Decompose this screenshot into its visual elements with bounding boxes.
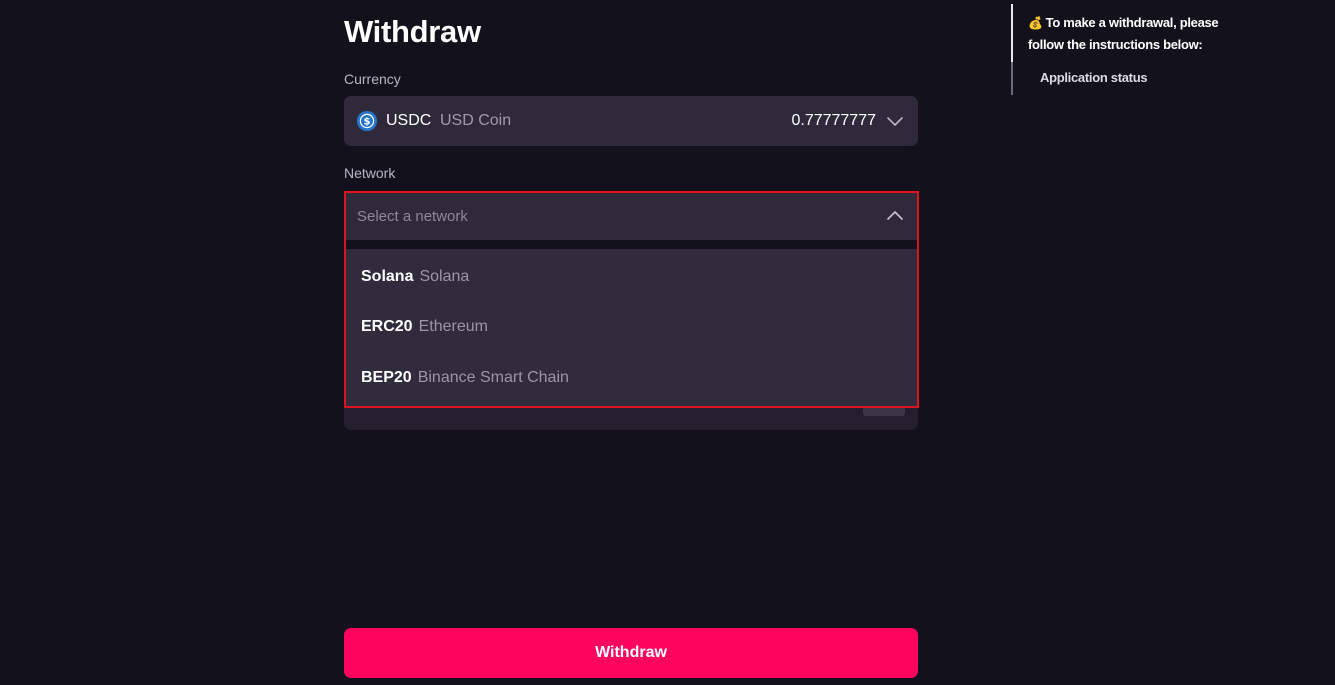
currency-label: Currency [344, 71, 401, 87]
network-option-erc20[interactable]: ERC20 Ethereum [346, 302, 917, 352]
network-option-code: ERC20 [361, 318, 413, 335]
network-select-field[interactable]: Select a network [346, 193, 917, 240]
instructions-label: To make a withdrawal, please follow the … [1028, 15, 1219, 52]
network-option-name: Ethereum [418, 318, 488, 335]
network-option-solana[interactable]: Solana Solana [346, 252, 917, 302]
withdraw-button[interactable]: Withdraw [344, 628, 918, 678]
application-status-step[interactable]: Application status [1040, 70, 1148, 85]
network-option-code: Solana [361, 268, 414, 285]
network-option-code: BEP20 [361, 369, 412, 386]
progress-line [1011, 4, 1013, 95]
money-bag-icon: 💰 [1028, 16, 1043, 30]
network-option-name: Solana [419, 268, 470, 285]
network-label: Network [344, 165, 396, 181]
withdraw-page: Withdraw Currency $ USDC USD Coin 0.7777… [0, 0, 1335, 685]
page-title: Withdraw [344, 14, 481, 49]
instructions-panel: 💰 To make a withdrawal, please follow the… [1011, 4, 1241, 96]
currency-select[interactable]: $ USDC USD Coin 0.77777777 [344, 96, 918, 146]
network-dropdown: Solana Solana ERC20 Ethereum BEP20 Binance … [346, 249, 917, 406]
network-option-name: Binance Smart Chain [417, 369, 569, 386]
network-select[interactable]: Select a network Solana Solana ERC20 Ether… [344, 191, 919, 408]
chevron-down-icon[interactable] [886, 114, 904, 128]
usdc-coin-icon: $ [357, 111, 377, 131]
currency-balance: 0.77777777 [791, 112, 876, 129]
instructions-text: 💰 To make a withdrawal, please follow the… [1028, 12, 1238, 56]
svg-text:$: $ [364, 117, 371, 128]
network-placeholder: Select a network [357, 208, 468, 225]
currency-name: USD Coin [440, 112, 512, 129]
progress-line-pending [1011, 62, 1013, 95]
currency-code: USDC [386, 112, 432, 129]
chevron-up-icon[interactable] [886, 209, 904, 223]
network-option-bep20[interactable]: BEP20 Binance Smart Chain [346, 353, 917, 403]
